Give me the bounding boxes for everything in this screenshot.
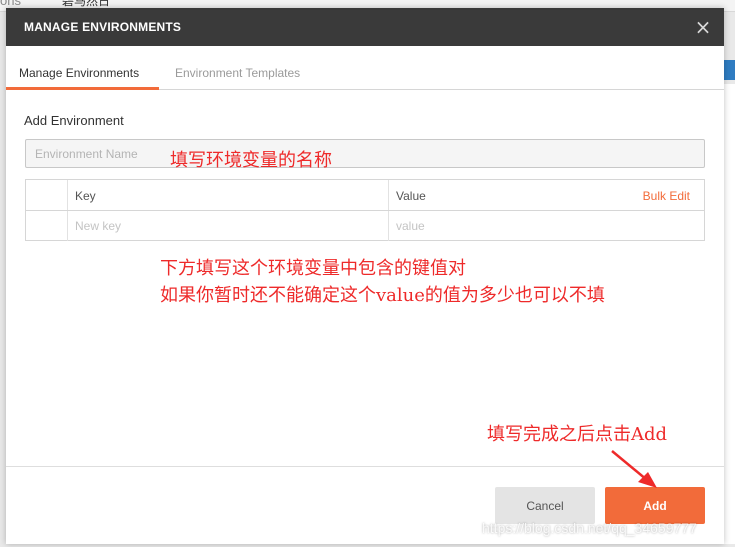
- background-accent: [723, 60, 735, 80]
- tab-environment-templates[interactable]: Environment Templates: [175, 66, 300, 80]
- key-header-label: Key: [75, 189, 96, 203]
- modal-header: MANAGE ENVIRONMENTS ×: [6, 8, 724, 46]
- tab-bar: Manage Environments Environment Template…: [6, 46, 724, 90]
- modal-title: MANAGE ENVIRONMENTS: [24, 20, 182, 34]
- background-panel: [723, 84, 735, 544]
- key-cell: [68, 211, 389, 241]
- section-title: Add Environment: [24, 113, 124, 128]
- close-icon[interactable]: ×: [692, 16, 714, 38]
- key-value-table: Key Value Bulk Edit: [25, 179, 705, 241]
- checkbox-column-header: [26, 180, 68, 210]
- value-header-label: Value: [396, 189, 426, 203]
- table-row: [26, 211, 704, 241]
- watermark-text: https://blog.csdn.net/qq_34659777: [482, 520, 697, 536]
- bulk-edit-link[interactable]: Bulk Edit: [643, 189, 690, 203]
- annotation-name-hint: 填写环境变量的名称: [170, 150, 332, 171]
- new-value-input[interactable]: [396, 218, 686, 234]
- add-button[interactable]: Add: [605, 487, 705, 524]
- annotation-add-hint: 填写完成之后点击Add: [487, 424, 668, 445]
- value-column-header: Value Bulk Edit: [389, 180, 704, 210]
- new-key-input[interactable]: [75, 218, 365, 234]
- cancel-button[interactable]: Cancel: [495, 487, 595, 524]
- background-text: ons: [0, 0, 21, 8]
- value-cell: [389, 211, 704, 241]
- environment-name-input[interactable]: [25, 139, 705, 168]
- tab-manage-environments[interactable]: Manage Environments: [19, 66, 139, 80]
- table-header-row: Key Value Bulk Edit: [26, 180, 704, 211]
- active-tab-indicator: [6, 87, 159, 90]
- key-column-header: Key: [68, 180, 389, 210]
- footer-divider: [6, 466, 724, 467]
- annotation-kv-hint-line1: 下方填写这个环境变量中包含的键值对: [160, 258, 466, 279]
- row-checkbox-cell: [26, 211, 68, 241]
- annotation-kv-hint-line2: 如果你暂时还不能确定这个value的值为多少也可以不填: [160, 285, 605, 306]
